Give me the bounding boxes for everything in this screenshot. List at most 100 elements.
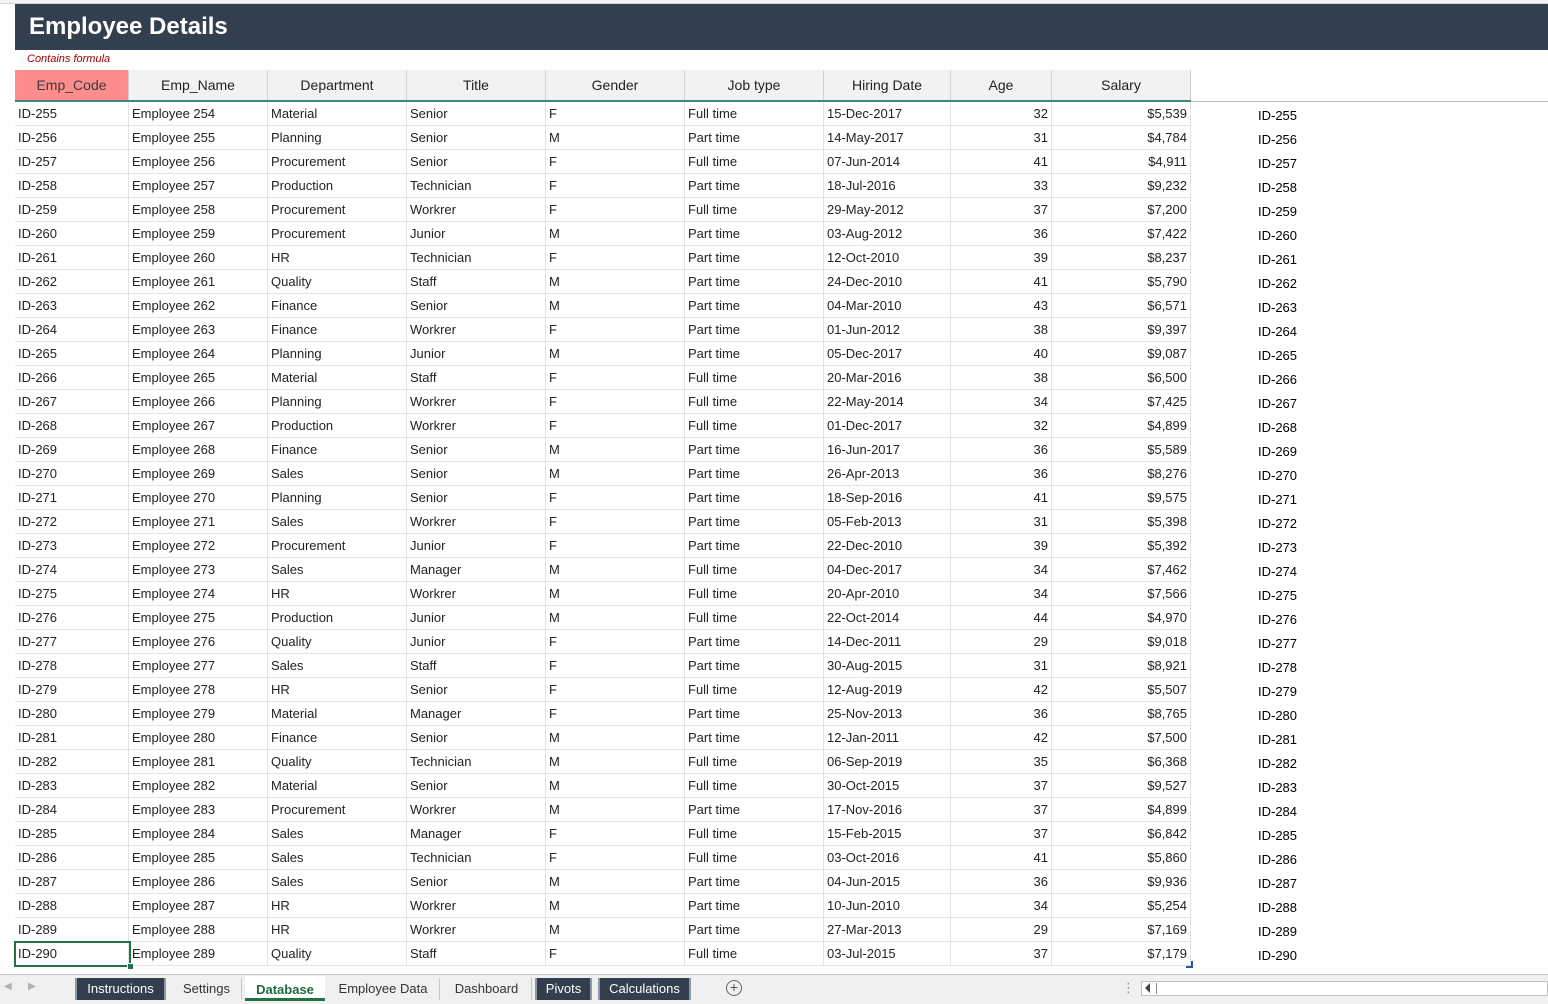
helper-id-cell[interactable]: ID-265 xyxy=(1258,342,1297,366)
helper-id-cell[interactable]: ID-270 xyxy=(1258,462,1297,486)
cell-job-type[interactable]: Full time xyxy=(685,150,824,173)
cell-salary[interactable]: $9,527 xyxy=(1052,774,1191,797)
cell-emp-name[interactable]: Employee 258 xyxy=(129,198,268,221)
cell-title[interactable]: Workrer xyxy=(407,318,546,341)
cell-title[interactable]: Senior xyxy=(407,726,546,749)
cell-salary[interactable]: $5,589 xyxy=(1052,438,1191,461)
cell-department[interactable]: Sales xyxy=(268,510,407,533)
cell-age[interactable]: 42 xyxy=(951,726,1052,749)
cell-emp-name[interactable]: Employee 263 xyxy=(129,318,268,341)
cell-emp-code[interactable]: ID-286 xyxy=(15,846,129,869)
cell-gender[interactable]: M xyxy=(546,222,685,245)
cell-job-type[interactable]: Full time xyxy=(685,198,824,221)
cell-title[interactable]: Technician xyxy=(407,846,546,869)
cell-department[interactable]: Procurement xyxy=(268,534,407,557)
helper-id-cell[interactable]: ID-277 xyxy=(1258,630,1297,654)
cell-emp-name[interactable]: Employee 285 xyxy=(129,846,268,869)
cell-department[interactable]: Finance xyxy=(268,438,407,461)
cell-hiring-date[interactable]: 04-Dec-2017 xyxy=(824,558,951,581)
cell-title[interactable]: Technician xyxy=(407,174,546,197)
cell-emp-name[interactable]: Employee 259 xyxy=(129,222,268,245)
scrollbar-thumb[interactable] xyxy=(1156,983,1157,994)
cell-emp-code[interactable]: ID-255 xyxy=(15,102,129,125)
cell-hiring-date[interactable]: 18-Sep-2016 xyxy=(824,486,951,509)
cell-title[interactable]: Technician xyxy=(407,750,546,773)
cell-department[interactable]: Production xyxy=(268,606,407,629)
cell-emp-name[interactable]: Employee 272 xyxy=(129,534,268,557)
cell-emp-name[interactable]: Employee 275 xyxy=(129,606,268,629)
cell-department[interactable]: Production xyxy=(268,174,407,197)
cell-job-type[interactable]: Part time xyxy=(685,798,824,821)
helper-id-cell[interactable]: ID-275 xyxy=(1258,582,1297,606)
cell-department[interactable]: Procurement xyxy=(268,198,407,221)
cell-department[interactable]: HR xyxy=(268,918,407,941)
cell-hiring-date[interactable]: 24-Dec-2010 xyxy=(824,270,951,293)
helper-id-cell[interactable]: ID-281 xyxy=(1258,726,1297,750)
cell-job-type[interactable]: Part time xyxy=(685,654,824,677)
cell-age[interactable]: 44 xyxy=(951,606,1052,629)
cell-job-type[interactable]: Full time xyxy=(685,750,824,773)
cell-department[interactable]: Finance xyxy=(268,726,407,749)
cell-emp-code[interactable]: ID-263 xyxy=(15,294,129,317)
cell-department[interactable]: HR xyxy=(268,894,407,917)
cell-emp-code[interactable]: ID-266 xyxy=(15,366,129,389)
cell-gender[interactable]: F xyxy=(546,390,685,413)
cell-emp-name[interactable]: Employee 265 xyxy=(129,366,268,389)
cell-hiring-date[interactable]: 17-Nov-2016 xyxy=(824,798,951,821)
cell-department[interactable]: Planning xyxy=(268,486,407,509)
cell-hiring-date[interactable]: 20-Mar-2016 xyxy=(824,366,951,389)
chevron-right-icon[interactable]: ▶ xyxy=(28,981,36,992)
column-header-gender[interactable]: Gender xyxy=(546,70,685,100)
cell-job-type[interactable]: Full time xyxy=(685,774,824,797)
cell-emp-code[interactable]: ID-280 xyxy=(15,702,129,725)
cell-gender[interactable]: F xyxy=(546,318,685,341)
cell-age[interactable]: 38 xyxy=(951,366,1052,389)
cell-salary[interactable]: $7,425 xyxy=(1052,390,1191,413)
cell-job-type[interactable]: Full time xyxy=(685,414,824,437)
column-header-job-type[interactable]: Job type xyxy=(685,70,824,100)
cell-hiring-date[interactable]: 03-Jul-2015 xyxy=(824,942,951,965)
cell-gender[interactable]: M xyxy=(546,798,685,821)
cell-emp-name[interactable]: Employee 273 xyxy=(129,558,268,581)
cell-gender[interactable]: F xyxy=(546,510,685,533)
cell-salary[interactable]: $4,899 xyxy=(1052,414,1191,437)
helper-id-cell[interactable]: ID-286 xyxy=(1258,846,1297,870)
cell-age[interactable]: 39 xyxy=(951,534,1052,557)
cell-age[interactable]: 36 xyxy=(951,222,1052,245)
column-header-emp-name[interactable]: Emp_Name xyxy=(129,70,268,100)
cell-emp-code[interactable]: ID-284 xyxy=(15,798,129,821)
cell-age[interactable]: 34 xyxy=(951,894,1052,917)
cell-title[interactable]: Senior xyxy=(407,150,546,173)
cell-job-type[interactable]: Part time xyxy=(685,534,824,557)
helper-id-cell[interactable]: ID-274 xyxy=(1258,558,1297,582)
cell-salary[interactable]: $6,500 xyxy=(1052,366,1191,389)
cell-age[interactable]: 40 xyxy=(951,342,1052,365)
cell-gender[interactable]: M xyxy=(546,726,685,749)
cell-job-type[interactable]: Full time xyxy=(685,582,824,605)
cell-hiring-date[interactable]: 25-Nov-2013 xyxy=(824,702,951,725)
sheet-tab-database[interactable]: Database xyxy=(245,976,325,1001)
cell-job-type[interactable]: Part time xyxy=(685,918,824,941)
cell-title[interactable]: Senior xyxy=(407,102,546,125)
helper-id-cell[interactable]: ID-278 xyxy=(1258,654,1297,678)
cell-department[interactable]: Sales xyxy=(268,462,407,485)
cell-emp-code[interactable]: ID-279 xyxy=(15,678,129,701)
cell-emp-name[interactable]: Employee 284 xyxy=(129,822,268,845)
cell-job-type[interactable]: Full time xyxy=(685,846,824,869)
cell-title[interactable]: Senior xyxy=(407,774,546,797)
cell-department[interactable]: Finance xyxy=(268,318,407,341)
helper-id-cell[interactable]: ID-285 xyxy=(1258,822,1297,846)
cell-gender[interactable]: F xyxy=(546,366,685,389)
cell-department[interactable]: Planning xyxy=(268,342,407,365)
cell-job-type[interactable]: Part time xyxy=(685,246,824,269)
cell-title[interactable]: Workrer xyxy=(407,798,546,821)
cell-emp-code[interactable]: ID-277 xyxy=(15,630,129,653)
cell-salary[interactable]: $6,571 xyxy=(1052,294,1191,317)
cell-title[interactable]: Workrer xyxy=(407,510,546,533)
cell-department[interactable]: Material xyxy=(268,774,407,797)
sheet-tab-employee-data[interactable]: Employee Data xyxy=(327,978,440,1000)
helper-id-cell[interactable]: ID-269 xyxy=(1258,438,1297,462)
cell-emp-code[interactable]: ID-264 xyxy=(15,318,129,341)
cell-age[interactable]: 29 xyxy=(951,918,1052,941)
cell-title[interactable]: Workrer xyxy=(407,414,546,437)
